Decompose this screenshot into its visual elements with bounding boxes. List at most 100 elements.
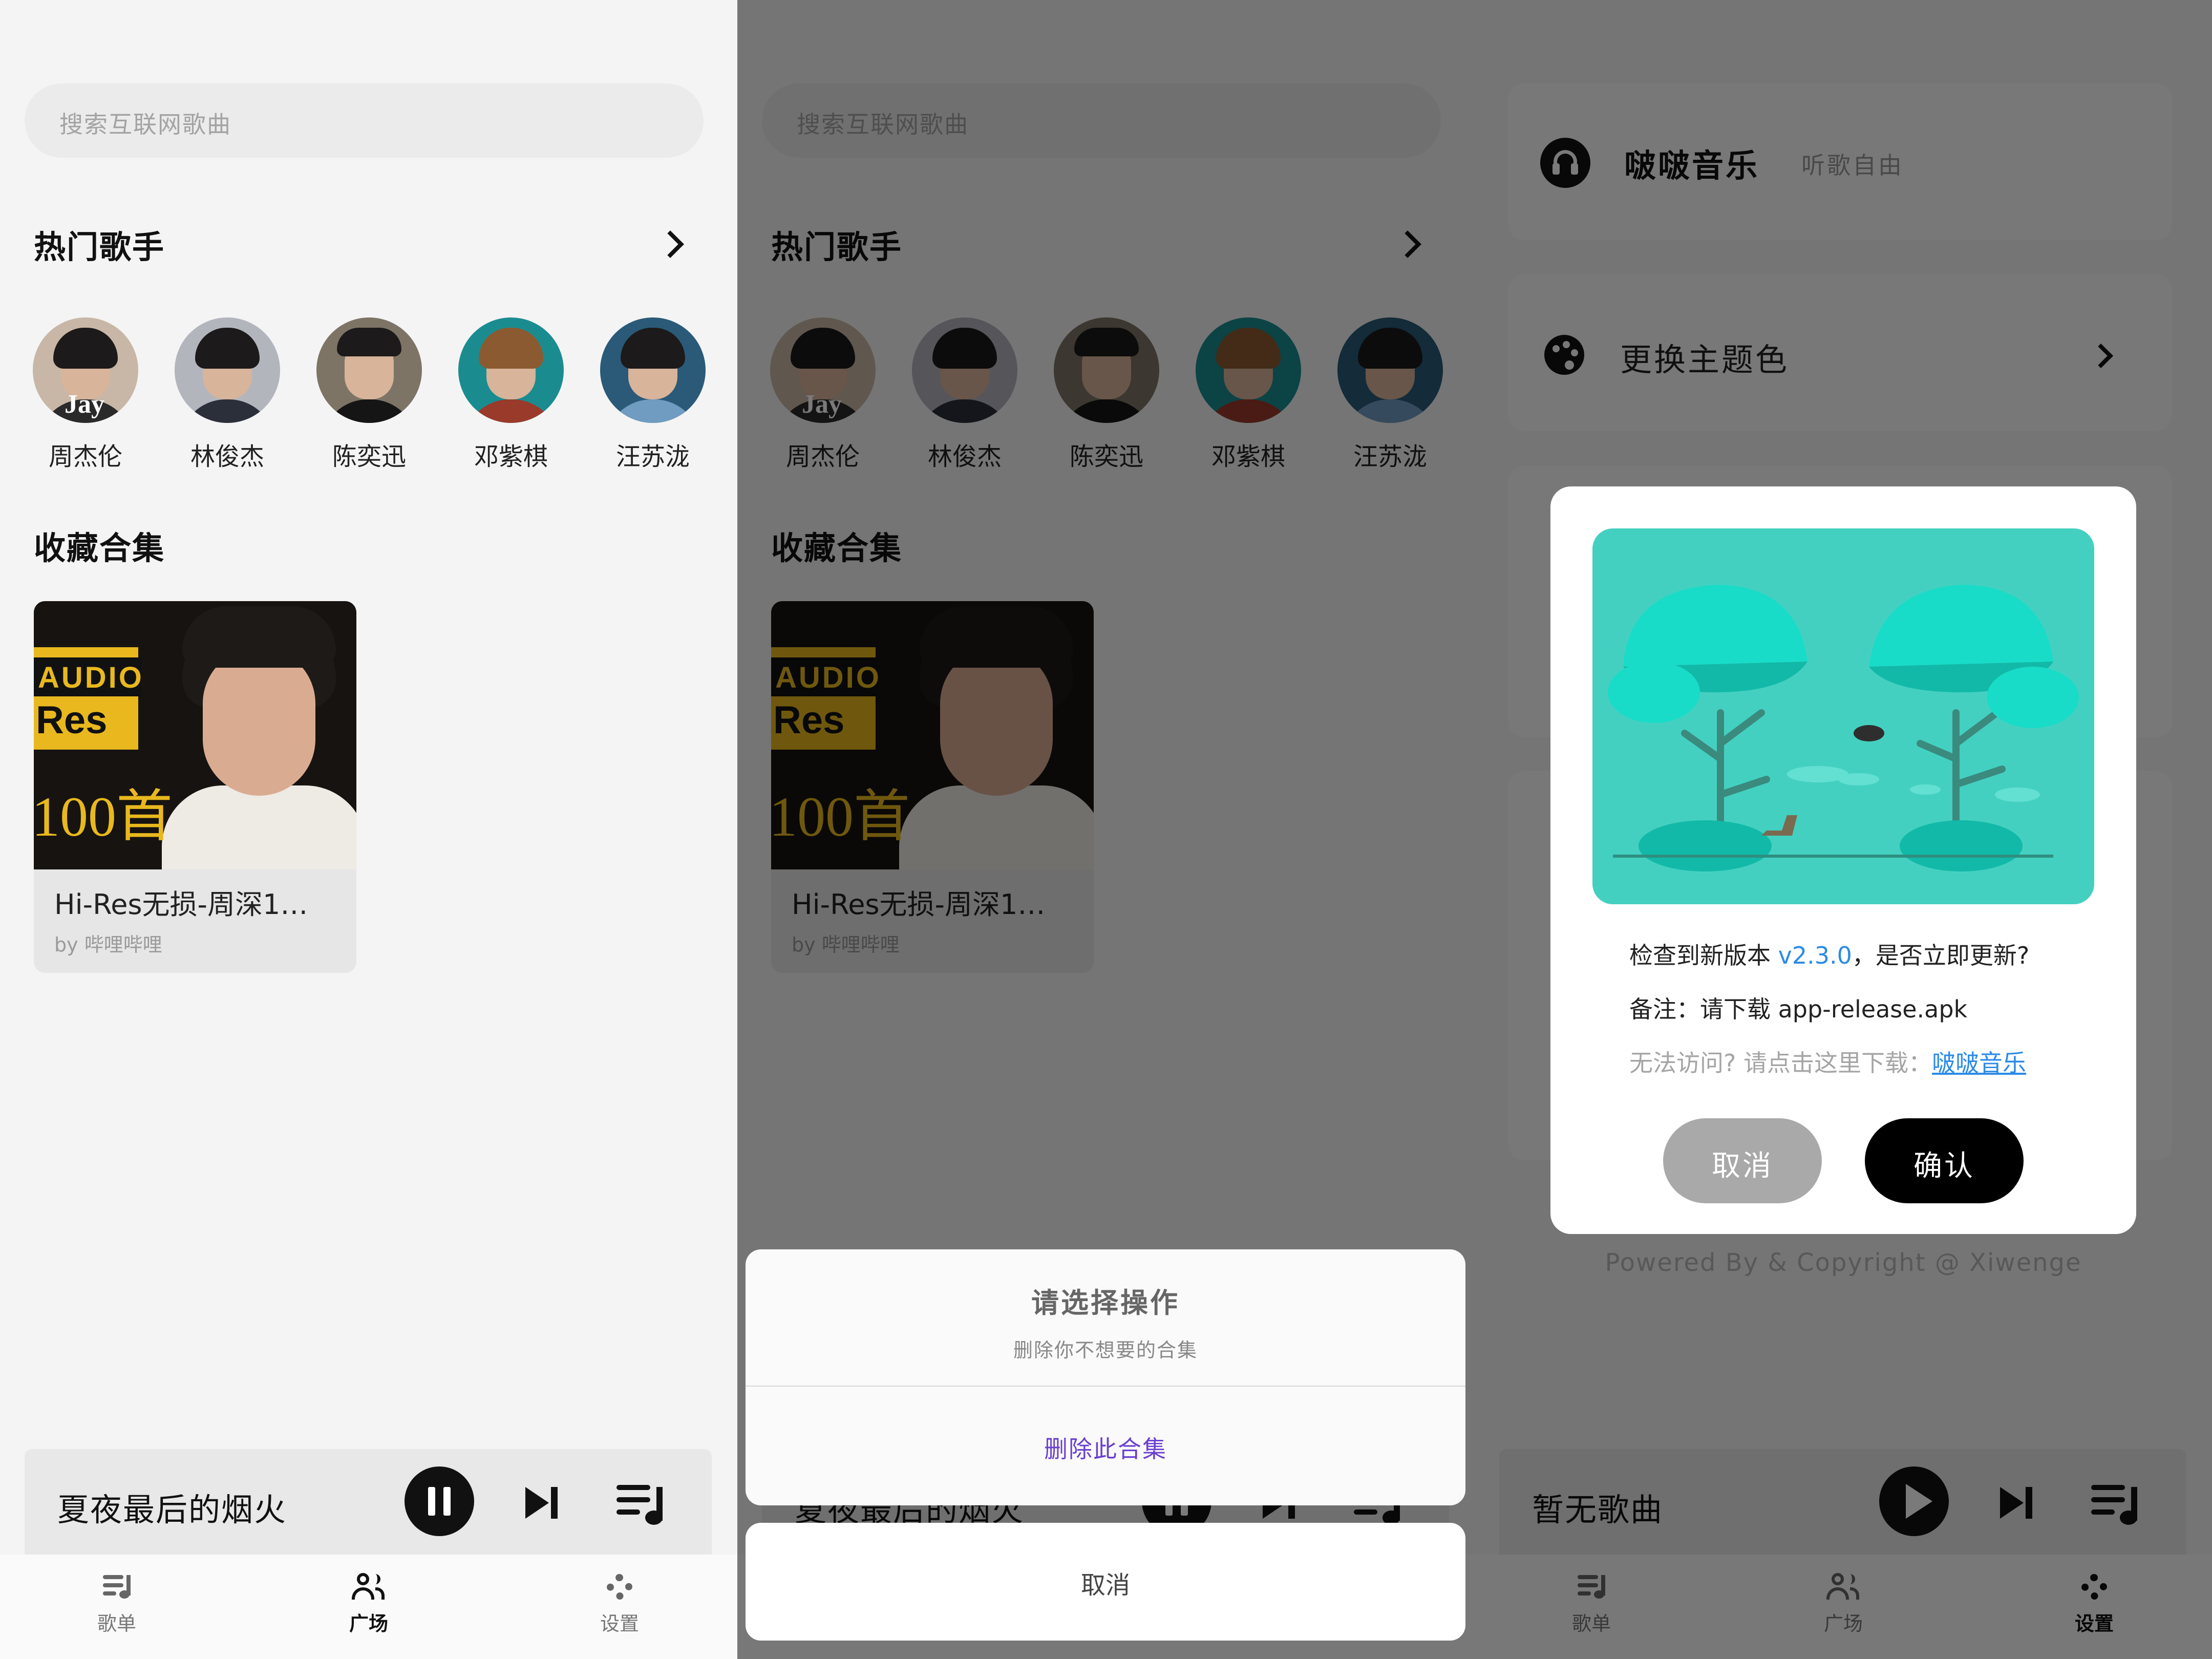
tab-label: 设置 [2074, 1612, 2114, 1635]
confirm-label: 确认 [1913, 1150, 1975, 1183]
artist-item[interactable]: 陈奕迅 [315, 317, 423, 472]
tab-settings[interactable]: 设置 [2043, 1572, 2145, 1636]
collection-author: by 哔哩哔哩 [54, 933, 162, 956]
artist-item[interactable]: 汪苏泷 [599, 317, 707, 472]
trees-illustration [1608, 585, 2079, 871]
update-note: 备注：请下载 app-release.apk [1629, 995, 1968, 1023]
hot-artists-title: 热门歌手 [34, 228, 165, 266]
mini-player[interactable]: 夏夜最后的烟火 [25, 1449, 712, 1557]
collection-card[interactable]: Hi-Res AUDIO 100首 Hi-Res无损-周深1… by 哔哩哔哩 [771, 601, 1094, 973]
search-input[interactable]: 搜索互联网歌曲 [762, 83, 1441, 158]
tab-playlists[interactable]: 歌单 [66, 1572, 168, 1636]
collections-title: 收藏合集 [771, 529, 903, 567]
pause-button[interactable] [405, 1466, 474, 1536]
next-track-icon[interactable] [525, 1487, 561, 1520]
download-link[interactable]: 啵啵音乐 [1932, 1049, 2026, 1077]
playlist-queue-icon[interactable] [616, 1485, 670, 1526]
action-sheet-cancel-button[interactable]: 取消 [746, 1523, 1465, 1641]
now-playing-title: 夏夜最后的烟火 [57, 1491, 287, 1528]
tab-plaza[interactable]: 广场 [1792, 1572, 1895, 1636]
copyright-footer: Powered By & Copyright @ Xiwenge [1605, 1248, 2082, 1277]
confirm-button[interactable]: 确认 [1865, 1118, 2024, 1203]
avatar [1196, 317, 1301, 423]
next-track-icon[interactable] [2000, 1487, 2036, 1520]
bottom-nav: 歌单 广场 设置 [0, 1555, 737, 1659]
play-button[interactable] [1879, 1466, 1949, 1536]
people-icon [1825, 1572, 1861, 1602]
update-message-prefix: 检查到新版本 [1629, 942, 1778, 969]
collection-author: by 哔哩哔哩 [792, 933, 900, 956]
delete-collection-button[interactable]: 删除此合集 [746, 1431, 1465, 1464]
tab-playlists[interactable]: 歌单 [1540, 1572, 1643, 1636]
tab-label: 广场 [1823, 1612, 1863, 1635]
plaza-screen: 搜索互联网歌曲 热门歌手 Jay 周杰伦 林俊杰 陈奕迅 邓紫棋 汪苏泷 收藏合… [0, 0, 737, 1659]
theme-color-item[interactable]: 更换主题色 [1508, 274, 2172, 431]
update-message: 检查到新版本 v2.3.0，是否立即更新? [1629, 937, 2029, 971]
artist-name: 汪苏泷 [1353, 442, 1427, 471]
tab-label: 歌单 [1571, 1612, 1611, 1635]
avatar [600, 317, 706, 423]
app-slogan: 听歌自由 [1801, 152, 1904, 179]
collection-title: Hi-Res无损-周深1… [792, 888, 1046, 921]
tab-label: 广场 [349, 1612, 388, 1635]
artist-item[interactable]: 陈奕迅 [1053, 317, 1160, 472]
artist-item[interactable]: 林俊杰 [174, 317, 281, 472]
action-sheet: 请选择操作 删除你不想要的合集 删除此合集 [746, 1249, 1465, 1505]
version-number: v2.3.0 [1778, 942, 1852, 969]
collection-title: Hi-Res无损-周深1… [54, 888, 308, 921]
artist-item[interactable]: 汪苏泷 [1336, 317, 1444, 472]
artist-name: 林俊杰 [927, 442, 1002, 471]
artist-name: 陈奕迅 [332, 442, 406, 471]
search-placeholder: 搜索互联网歌曲 [797, 111, 969, 138]
theme-color-label: 更换主题色 [1620, 341, 1790, 378]
avatar [1054, 317, 1159, 423]
chevron-right-icon[interactable] [1394, 230, 1421, 258]
artist-item[interactable]: Jay 周杰伦 [769, 317, 877, 472]
cover-audio: AUDIO [775, 661, 881, 694]
artist-name: 林俊杰 [190, 442, 264, 471]
app-name: 啵啵音乐 [1624, 147, 1760, 184]
cover-audio: AUDIO [38, 661, 144, 694]
mini-player[interactable]: 暂无歌曲 [1499, 1449, 2186, 1557]
tab-label: 歌单 [97, 1612, 136, 1635]
cancel-label: 取消 [1712, 1150, 1773, 1183]
divider [746, 1386, 1465, 1387]
bottom-nav: 歌单 广场 设置 [1475, 1555, 2212, 1659]
collection-card[interactable]: Hi-Res AUDIO 100首 Hi-Res无损-周深1… by 哔哩哔哩 [34, 601, 356, 973]
now-playing-title: 暂无歌曲 [1532, 1491, 1664, 1528]
tab-plaza[interactable]: 广场 [317, 1572, 420, 1636]
artist-name: 邓紫棋 [1211, 442, 1285, 471]
cover-count: 100首 [34, 785, 173, 848]
gear-icon [602, 1572, 637, 1602]
collections-title: 收藏合集 [34, 529, 165, 567]
chevron-right-icon [2088, 343, 2114, 369]
avatar [1337, 317, 1443, 423]
avatar [175, 317, 280, 423]
artist-item[interactable]: 邓紫棋 [457, 317, 565, 472]
artist-item[interactable]: 邓紫棋 [1195, 317, 1302, 472]
tab-label: 设置 [600, 1612, 639, 1635]
hot-artists-title: 热门歌手 [771, 228, 903, 266]
people-icon [351, 1572, 387, 1602]
artist-item[interactable]: 林俊杰 [911, 317, 1018, 472]
headphones-icon [1540, 138, 1590, 188]
search-input[interactable]: 搜索互联网歌曲 [25, 83, 704, 158]
jay-badge: Jay [65, 390, 104, 419]
playlist-queue-icon[interactable] [2091, 1485, 2144, 1526]
search-placeholder: 搜索互联网歌曲 [59, 111, 231, 138]
chevron-right-icon[interactable] [656, 230, 684, 258]
action-sheet-subtitle: 删除你不想要的合集 [1013, 1339, 1198, 1362]
update-message-suffix: ，是否立即更新? [1852, 942, 2030, 969]
cancel-button[interactable]: 取消 [1663, 1118, 1822, 1203]
artist-name: 汪苏泷 [615, 442, 690, 471]
playlist-icon [99, 1572, 135, 1602]
avatar [316, 317, 422, 423]
jay-badge: Jay [802, 390, 842, 419]
artist-item[interactable]: Jay 周杰伦 [32, 317, 139, 472]
tab-settings[interactable]: 设置 [568, 1572, 671, 1636]
artist-name: 周杰伦 [48, 442, 122, 471]
collection-cover: Hi-Res AUDIO 100首 [771, 601, 1094, 869]
collection-cover: Hi-Res AUDIO 100首 [34, 601, 356, 869]
plaza-action-sheet-screen: 搜索互联网歌曲 热门歌手 Jay 周杰伦 林俊杰 陈奕迅 邓紫棋 汪苏泷 收藏合… [737, 0, 1475, 1659]
avatar [912, 317, 1017, 423]
